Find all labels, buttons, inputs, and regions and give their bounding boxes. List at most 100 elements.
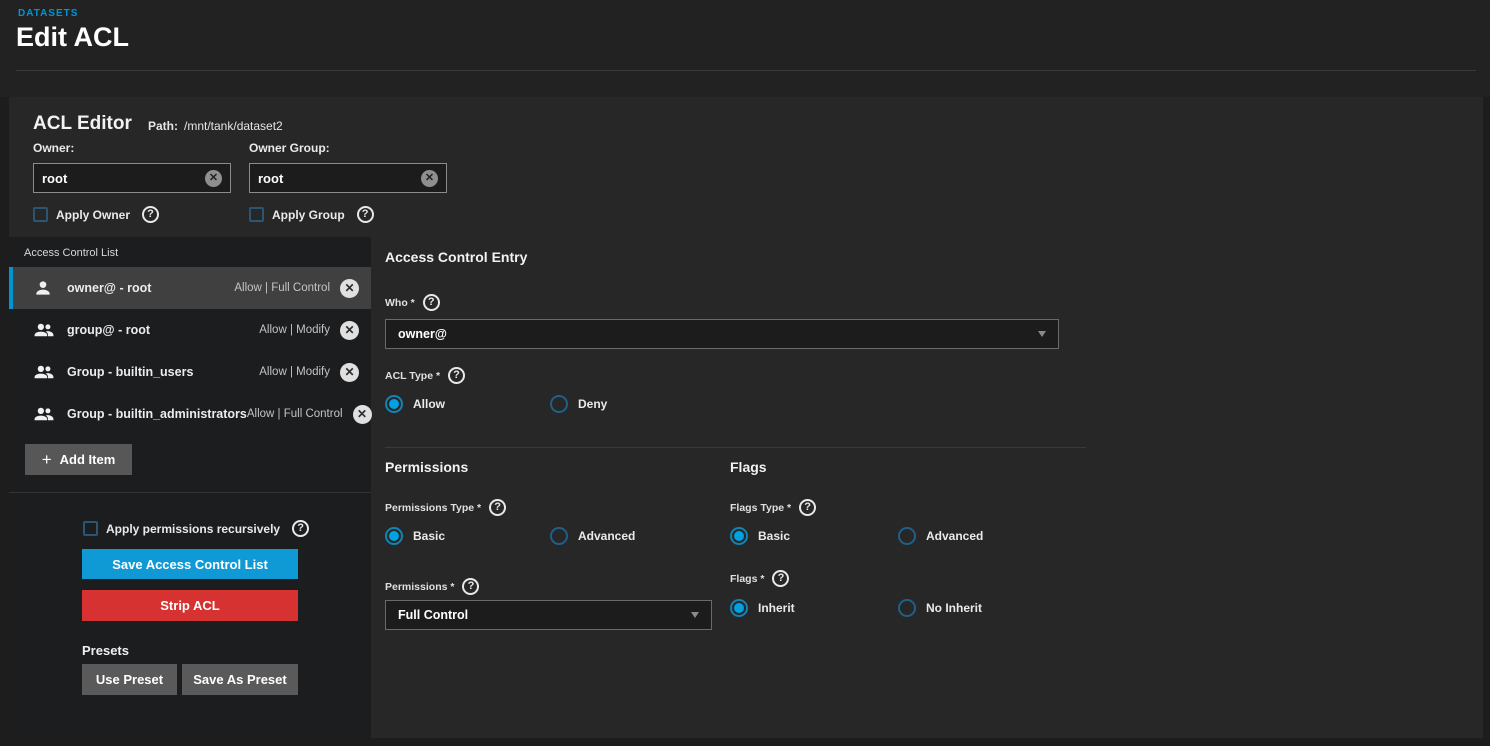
save-as-preset-button[interactable]: Save As Preset (182, 664, 298, 695)
breadcrumb-datasets[interactable]: DATASETS (18, 8, 78, 19)
who-select-value: owner@ (398, 327, 1038, 341)
radio-selected-icon (385, 395, 403, 413)
recursive-row: Apply permissions recursively ? (83, 520, 309, 537)
acl-type-allow-label: Allow (413, 397, 445, 411)
acl-type-deny-label: Deny (578, 397, 607, 411)
acl-type-help-icon[interactable]: ? (448, 367, 465, 384)
permissions-type-basic-radio[interactable]: Basic (385, 527, 445, 545)
radio-unselected-icon (550, 527, 568, 545)
flags-type-advanced-label: Advanced (926, 529, 983, 543)
who-select[interactable]: owner@ (385, 319, 1059, 349)
permissions-type-advanced-label: Advanced (578, 529, 635, 543)
permissions-help-icon[interactable]: ? (462, 578, 479, 595)
recursive-label: Apply permissions recursively (106, 522, 280, 536)
acl-row-builtin-administrators[interactable]: Group - builtin_administrators Allow | F… (9, 393, 371, 435)
acl-editor-card: ACL Editor Path:/mnt/tank/dataset2 Owner… (9, 97, 1483, 738)
flags-title: Flags (730, 459, 767, 475)
owner-label: Owner: (33, 141, 74, 155)
acl-type-deny-radio[interactable]: Deny (550, 395, 607, 413)
header-divider (16, 70, 1476, 71)
apply-owner-checkbox[interactable] (33, 207, 48, 222)
acl-row-permission: Allow | Full Control (234, 282, 330, 294)
flags-type-basic-radio[interactable]: Basic (730, 527, 790, 545)
radio-selected-icon (730, 527, 748, 545)
acl-row-name: owner@ - root (67, 281, 234, 295)
apply-owner-help-icon[interactable]: ? (142, 206, 159, 223)
owner-group-clear-icon[interactable]: ✕ (421, 170, 438, 187)
acl-row-builtin-users[interactable]: Group - builtin_users Allow | Modify ✕ (9, 351, 371, 393)
permissions-label: Permissions * (385, 581, 454, 593)
apply-group-checkbox[interactable] (249, 207, 264, 222)
flags-type-label: Flags Type * (730, 502, 791, 514)
flags-type-help-icon[interactable]: ? (799, 499, 816, 516)
flags-label: Flags * (730, 573, 764, 585)
delete-entry-icon[interactable]: ✕ (340, 279, 359, 298)
acl-type-allow-radio[interactable]: Allow (385, 395, 445, 413)
acl-row-permission: Allow | Modify (259, 324, 330, 336)
flags-label-row: Flags * ? (730, 570, 789, 587)
radio-unselected-icon (898, 527, 916, 545)
apply-group-help-icon[interactable]: ? (357, 206, 374, 223)
flags-no-inherit-radio[interactable]: No Inherit (898, 599, 982, 617)
chevron-down-icon (1038, 331, 1046, 337)
who-help-icon[interactable]: ? (423, 294, 440, 311)
acl-row-group[interactable]: group@ - root Allow | Modify ✕ (9, 309, 371, 351)
plus-icon: + (42, 450, 52, 470)
acl-row-name: group@ - root (67, 323, 259, 337)
path-label: Path: (148, 119, 178, 133)
group-icon (33, 320, 55, 340)
who-label: Who * (385, 297, 415, 309)
delete-entry-icon[interactable]: ✕ (340, 321, 359, 340)
recursive-help-icon[interactable]: ? (292, 520, 309, 537)
chevron-down-icon (691, 612, 699, 618)
presets-title: Presets (82, 643, 129, 658)
flags-type-label-row: Flags Type * ? (730, 499, 816, 516)
flags-no-inherit-label: No Inherit (926, 601, 982, 615)
radio-selected-icon (385, 527, 403, 545)
permissions-select-value: Full Control (398, 608, 691, 622)
list-divider (9, 492, 371, 493)
recursive-checkbox[interactable] (83, 521, 98, 536)
acl-row-permission: Allow | Full Control (247, 408, 343, 420)
acl-row-name: Group - builtin_users (67, 365, 259, 379)
permissions-select[interactable]: Full Control (385, 600, 712, 630)
group-icon (33, 404, 55, 424)
flags-help-icon[interactable]: ? (772, 570, 789, 587)
flags-inherit-label: Inherit (758, 601, 795, 615)
acl-type-label-row: ACL Type * ? (385, 367, 465, 384)
owner-clear-icon[interactable]: ✕ (205, 170, 222, 187)
entry-divider (385, 447, 1086, 448)
strip-acl-button[interactable]: Strip ACL (82, 590, 298, 621)
access-control-list-title: Access Control List (24, 247, 118, 259)
acl-row-owner[interactable]: owner@ - root Allow | Full Control ✕ (9, 267, 371, 309)
owner-input[interactable]: root ✕ (33, 163, 231, 193)
save-acl-button[interactable]: Save Access Control List (82, 549, 298, 579)
owner-group-input-value: root (258, 171, 421, 186)
top-header: DATASETS Edit ACL (0, 0, 1490, 97)
acl-editor-title: ACL Editor (33, 113, 132, 135)
radio-unselected-icon (898, 599, 916, 617)
owner-group-input[interactable]: root ✕ (249, 163, 447, 193)
flags-inherit-radio[interactable]: Inherit (730, 599, 795, 617)
permissions-type-label: Permissions Type * (385, 502, 481, 514)
delete-entry-icon[interactable]: ✕ (353, 405, 372, 424)
who-label-row: Who * ? (385, 294, 440, 311)
permissions-label-row: Permissions * ? (385, 578, 479, 595)
use-preset-button[interactable]: Use Preset (82, 664, 177, 695)
acl-rows: owner@ - root Allow | Full Control ✕ gro… (9, 267, 371, 435)
dataset-path: Path:/mnt/tank/dataset2 (148, 119, 283, 133)
access-control-entry-title: Access Control Entry (385, 249, 527, 265)
add-item-label: Add Item (60, 452, 116, 467)
permissions-type-advanced-radio[interactable]: Advanced (550, 527, 635, 545)
radio-unselected-icon (550, 395, 568, 413)
delete-entry-icon[interactable]: ✕ (340, 363, 359, 382)
add-item-button[interactable]: + Add Item (25, 444, 132, 475)
user-icon (33, 278, 55, 298)
permissions-type-label-row: Permissions Type * ? (385, 499, 506, 516)
page-title: Edit ACL (16, 22, 129, 53)
access-control-entry-panel: Access Control Entry Who * ? owner@ ACL … (371, 237, 1483, 738)
permissions-type-help-icon[interactable]: ? (489, 499, 506, 516)
permissions-type-basic-label: Basic (413, 529, 445, 543)
flags-type-advanced-radio[interactable]: Advanced (898, 527, 983, 545)
group-icon (33, 362, 55, 382)
